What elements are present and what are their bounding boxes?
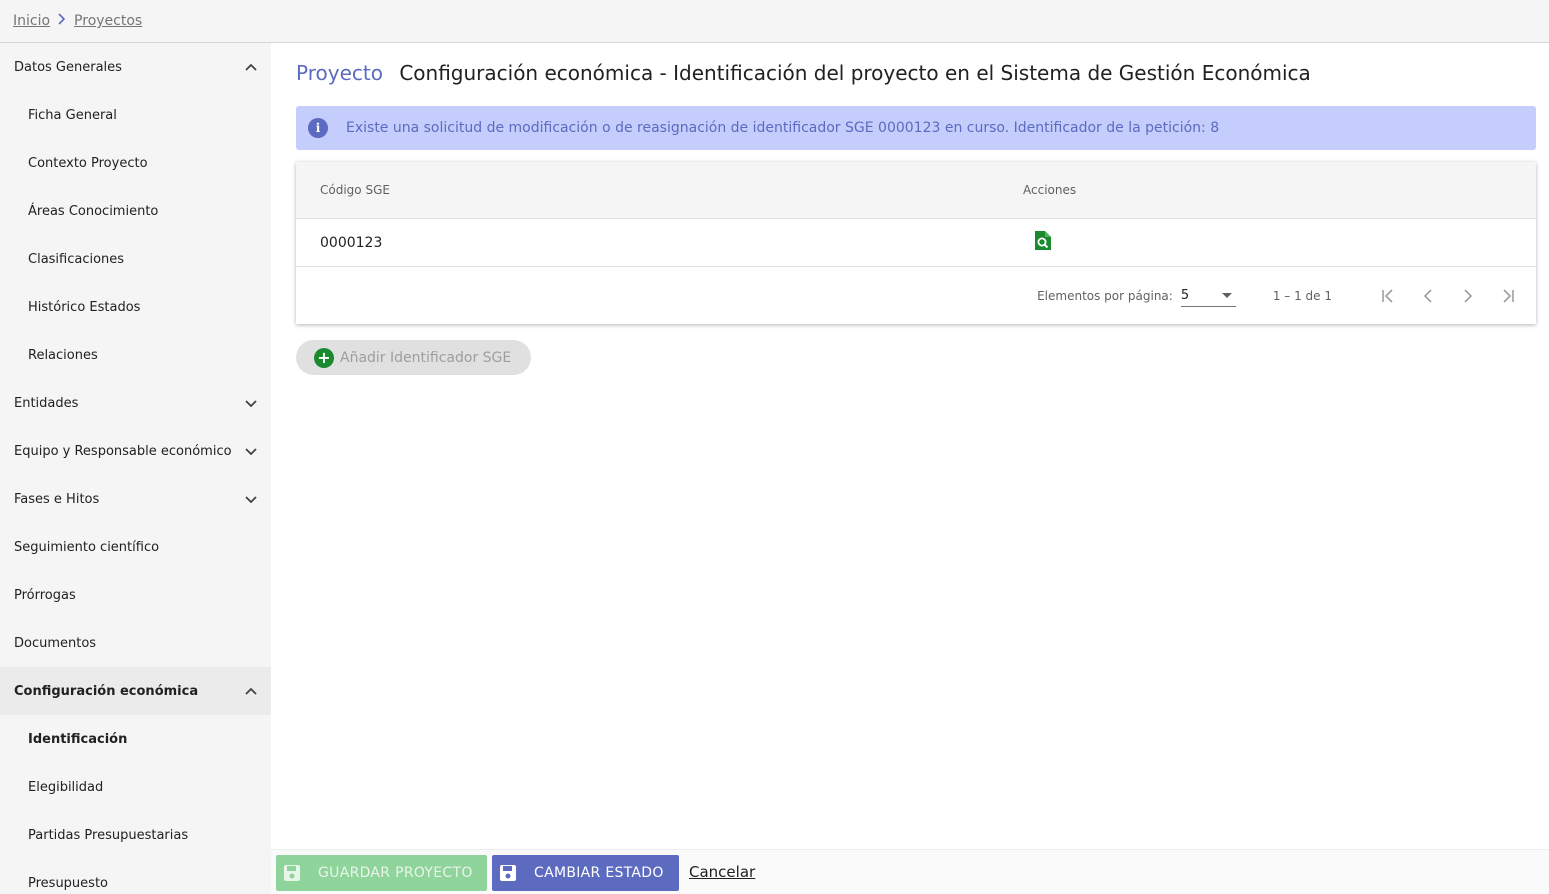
sidebar-item-documentos[interactable]: Documentos: [0, 619, 271, 667]
sidebar-item-label: Entidades: [14, 395, 79, 411]
sidebar-item-datos-generales[interactable]: Datos Generales: [0, 43, 271, 91]
last-page-icon: [1503, 288, 1514, 303]
sidebar-item-presupuesto[interactable]: Presupuesto: [0, 859, 271, 894]
add-circle-icon: +: [314, 347, 334, 368]
sidebar-item-label: Configuración económica: [14, 683, 199, 699]
footer-actions: GUARDAR PROYECTO CAMBIAR ESTADO Cancelar: [271, 849, 1549, 894]
sidebar-item-label: Seguimiento científico: [14, 539, 160, 555]
sidebar-item-configuracion-economica[interactable]: Configuración económica: [0, 667, 271, 715]
add-sge-identifier-button[interactable]: + Añadir Identificador SGE: [296, 340, 531, 375]
table-row: 0000123: [296, 219, 1536, 267]
sidebar-item-label: Histórico Estados: [28, 299, 141, 315]
chevron-left-icon: [1423, 288, 1432, 303]
sidebar-item-seguimiento-cientifico[interactable]: Seguimiento científico: [0, 523, 271, 571]
save-icon: [284, 865, 300, 881]
sidebar-item-elegibilidad[interactable]: Elegibilidad: [0, 763, 271, 811]
main-content: Proyecto Configuración económica - Ident…: [271, 43, 1549, 849]
info-icon: i: [308, 118, 328, 138]
info-alert: i Existe una solicitud de modificación o…: [296, 106, 1536, 150]
sidebar-item-areas-conocimiento[interactable]: Áreas Conocimiento: [0, 187, 271, 235]
breadcrumb-home-link[interactable]: Inicio: [13, 13, 50, 29]
sidebar-item-equipo-y-responsable-economico[interactable]: Equipo y Responsable económico: [0, 427, 271, 475]
dropdown-arrow-icon: [1221, 292, 1232, 298]
sidebar-item-label: Equipo y Responsable económico: [14, 443, 232, 459]
view-document-icon[interactable]: [1034, 231, 1051, 250]
save-project-button[interactable]: GUARDAR PROYECTO: [276, 855, 487, 891]
chevron-right-icon: [1464, 288, 1473, 303]
sidebar: Datos Generales Ficha General Contexto Pro…: [0, 43, 271, 894]
sidebar-item-contexto-proyecto[interactable]: Contexto Proyecto: [0, 139, 271, 187]
info-alert-text: Existe una solicitud de modificación o d…: [346, 120, 1220, 136]
sidebar-item-label: Contexto Proyecto: [28, 155, 148, 171]
chevron-down-icon[interactable]: [244, 444, 258, 458]
add-sge-identifier-label: Añadir Identificador SGE: [340, 349, 512, 366]
first-page-button[interactable]: [1368, 276, 1408, 316]
column-header-codigo: Código SGE: [320, 183, 390, 197]
page-size-label: Elementos por página:: [1037, 288, 1173, 303]
page-title-section: Proyecto: [296, 61, 383, 85]
cell-codigo: 0000123: [320, 234, 383, 251]
breadcrumb: Inicio Proyectos: [0, 0, 1549, 43]
sge-table-card: Código SGE Acciones 0000123 Elementos po…: [296, 162, 1536, 324]
chevron-up-icon[interactable]: [244, 684, 258, 698]
sidebar-item-label: Clasificaciones: [28, 251, 125, 267]
sidebar-item-label: Prórrogas: [14, 587, 76, 603]
save-project-label: GUARDAR PROYECTO: [318, 865, 473, 881]
sidebar-item-label: Ficha General: [28, 107, 117, 123]
breadcrumb-projects-link[interactable]: Proyectos: [74, 13, 142, 29]
first-page-icon: [1382, 288, 1393, 303]
column-header-acciones: Acciones: [1023, 183, 1077, 197]
chevron-up-icon[interactable]: [244, 60, 258, 74]
sidebar-item-historico-estados[interactable]: Histórico Estados: [0, 283, 271, 331]
sidebar-item-label: Partidas Presupuestarias: [28, 827, 189, 843]
sidebar-item-relaciones[interactable]: Relaciones: [0, 331, 271, 379]
chevron-right-icon: [54, 13, 70, 29]
sidebar-item-label: Documentos: [14, 635, 97, 651]
paginator: Elementos por página: 5 1 – 1 de 1: [296, 267, 1536, 324]
page-title-text: Configuración económica - Identificación…: [399, 61, 1311, 85]
last-page-button[interactable]: [1488, 276, 1528, 316]
sidebar-item-label: Datos Generales: [14, 59, 122, 75]
save-icon: [500, 865, 516, 881]
next-page-button[interactable]: [1448, 276, 1488, 316]
change-state-button[interactable]: CAMBIAR ESTADO: [492, 855, 679, 891]
page-range-label: 1 – 1 de 1: [1272, 288, 1332, 303]
sidebar-item-identificacion[interactable]: Identificación: [0, 715, 271, 763]
change-state-label: CAMBIAR ESTADO: [534, 865, 664, 881]
page-size-value: 5: [1180, 287, 1190, 303]
sidebar-item-prorrogas[interactable]: Prórrogas: [0, 571, 271, 619]
sidebar-item-label: Presupuesto: [28, 875, 108, 891]
page-title: Proyecto Configuración económica - Ident…: [296, 61, 1311, 85]
sidebar-item-clasificaciones[interactable]: Clasificaciones: [0, 235, 271, 283]
chevron-down-icon[interactable]: [244, 492, 258, 506]
chevron-down-icon[interactable]: [244, 396, 258, 410]
sidebar-item-label: Fases e Hitos: [14, 491, 100, 507]
previous-page-button[interactable]: [1408, 276, 1448, 316]
cancel-link[interactable]: Cancelar: [689, 863, 755, 881]
sidebar-item-ficha-general[interactable]: Ficha General: [0, 91, 271, 139]
table-header: Código SGE Acciones: [296, 162, 1536, 219]
sidebar-item-entidades[interactable]: Entidades: [0, 379, 271, 427]
sidebar-item-partidas-presupuestarias[interactable]: Partidas Presupuestarias: [0, 811, 271, 859]
sidebar-item-label: Identificación: [28, 731, 128, 747]
sidebar-item-label: Relaciones: [28, 347, 98, 363]
sidebar-item-fases-e-hitos[interactable]: Fases e Hitos: [0, 475, 271, 523]
sidebar-item-label: Áreas Conocimiento: [28, 203, 159, 219]
page-size-select[interactable]: 5: [1180, 285, 1236, 307]
sidebar-item-label: Elegibilidad: [28, 779, 104, 795]
